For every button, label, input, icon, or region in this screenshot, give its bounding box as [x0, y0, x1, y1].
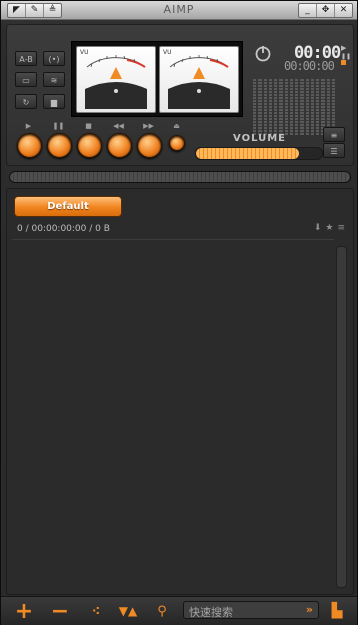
search-icon[interactable]: ⚲ — [149, 600, 175, 622]
play-label-icon: ▶ — [25, 122, 32, 130]
stop-button[interactable] — [77, 133, 102, 158]
file-icon[interactable]: ▙ — [324, 600, 350, 622]
close-icon[interactable]: ✕ — [335, 4, 352, 17]
title-right-buttons: _ ✥ ✕ — [298, 3, 353, 18]
stop-label-icon: ■ — [85, 122, 92, 130]
pin-icon[interactable]: ⬇ — [314, 223, 322, 233]
minimize-icon[interactable]: _ — [299, 4, 317, 17]
search-go-icon[interactable]: » — [306, 603, 313, 616]
time-remaining: 00:00:00 — [284, 59, 335, 73]
playlist-info-icons: ⬇ ★ ≡ — [314, 223, 345, 233]
playlist-info: 0 / 00:00:00:00 / 0 B — [17, 224, 110, 234]
playlist-toggle-button[interactable]: ≡ — [323, 127, 345, 142]
eject-label-icon: ⏏ — [173, 122, 180, 130]
prev-label-icon: ◀◀ — [113, 122, 124, 130]
vu-meter-left: VU — [76, 46, 156, 113]
seek-bar[interactable] — [9, 171, 351, 183]
star-icon[interactable]: ★ — [325, 223, 333, 233]
waveform-button[interactable]: ≋ — [43, 72, 65, 87]
bottom-toolbar: + − ⁖ ▼▲ ⚲ 快速搜索 » ▙ — [1, 596, 357, 625]
spectrum-analyzer — [253, 77, 335, 135]
next-label-icon: ▶▶ — [143, 122, 154, 130]
quick-search-placeholder: 快速搜索 — [189, 606, 233, 619]
quick-search-input[interactable]: 快速搜索 » — [183, 601, 319, 619]
repeat-button[interactable]: ↻ — [15, 94, 37, 109]
power-icon[interactable] — [254, 44, 272, 62]
playlist-panel: Default 0 / 00:00:00:00 / 0 B ⬇ ★ ≡ — [6, 188, 354, 595]
vu-meter-display: VU VU — [71, 41, 243, 117]
next-button[interactable] — [137, 133, 162, 158]
pause-label-icon: ❚❚ — [52, 122, 65, 130]
vu-meter-right: VU — [159, 46, 239, 113]
previous-button[interactable] — [107, 133, 132, 158]
shuffle-icon[interactable]: ⁖ — [83, 600, 109, 622]
title-bar[interactable]: ◤ ✎ ≜ AIMP _ ✥ ✕ — [1, 1, 357, 20]
vu-label-right: VU — [163, 49, 172, 56]
list-menu-icon[interactable]: ≡ — [337, 223, 345, 233]
play-button[interactable] — [17, 133, 42, 158]
equalizer-button[interactable]: ▆ — [43, 94, 65, 109]
volume-fill — [196, 148, 300, 159]
player-panel: A-B (•) ▭ ≋ ↻ ▆ VU VU 00:00 00:00:00 ▶ ❚… — [6, 24, 354, 166]
record-indicator-icon — [341, 60, 346, 65]
menu-list-button[interactable]: ☰ — [323, 143, 345, 158]
play-indicator-icon: ▶ — [341, 44, 347, 52]
open-file-button[interactable] — [169, 135, 185, 151]
pause-indicator-icon: ❚❚ — [341, 53, 352, 60]
player-window: ◤ ✎ ≜ AIMP _ ✥ ✕ A-B (•) ▭ ≋ ↻ ▆ VU VU 0… — [0, 0, 358, 625]
open-folder-button[interactable]: ▭ — [15, 72, 37, 87]
volume-slider[interactable] — [195, 147, 323, 160]
vu-label-left: VU — [80, 49, 89, 56]
sound-effects-button[interactable]: (•) — [43, 51, 65, 66]
remove-icon[interactable]: − — [47, 599, 73, 624]
add-icon[interactable]: + — [11, 599, 37, 624]
pin-icon[interactable]: ✥ — [317, 4, 335, 17]
ab-repeat-button[interactable]: A-B — [15, 51, 37, 66]
playlist-tracks-area[interactable] — [12, 239, 334, 588]
pause-button[interactable] — [47, 133, 72, 158]
playlist-tab-default[interactable]: Default — [14, 196, 122, 217]
sort-icon[interactable]: ▼▲ — [115, 600, 141, 622]
volume-label: VOLUME — [233, 133, 286, 144]
playlist-scrollbar[interactable] — [336, 246, 347, 588]
